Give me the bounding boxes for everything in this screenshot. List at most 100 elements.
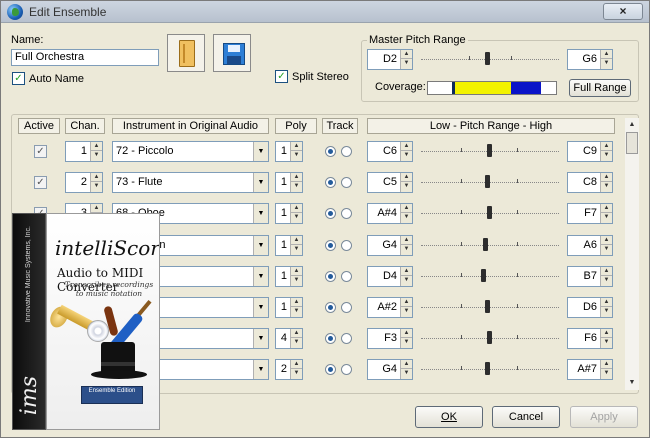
spin-arrows[interactable]: ▲▼ [400, 298, 412, 317]
spin-arrows[interactable]: ▲▼ [600, 173, 612, 192]
master-range-thumb[interactable] [485, 52, 490, 65]
row-poly-spinner[interactable]: 1 ▲ ▼ [275, 266, 303, 287]
row-range-slider[interactable] [421, 203, 559, 225]
spin-arrows[interactable]: ▲▼ [290, 298, 302, 317]
row-range-slider[interactable] [421, 297, 559, 319]
row-track-radio-left[interactable] [325, 333, 336, 344]
row-chan-spinner[interactable]: 1 ▲ ▼ [65, 141, 103, 162]
scroll-down-icon[interactable]: ▼ [625, 376, 639, 390]
master-high-spinner[interactable]: G6 ▲ ▼ [567, 49, 613, 70]
row-active-checkbox[interactable]: ✓ [34, 176, 47, 189]
ok-button[interactable]: OK [415, 406, 483, 428]
spin-arrows[interactable]: ▲▼ [400, 267, 412, 286]
row-chan-spinner[interactable]: 2 ▲ ▼ [65, 172, 103, 193]
chevron-down-icon[interactable]: ▼ [253, 204, 268, 223]
row-track-radio-right[interactable] [341, 333, 352, 344]
row-poly-spinner[interactable]: 1 ▲ ▼ [275, 172, 303, 193]
spin-arrows[interactable]: ▲▼ [290, 236, 302, 255]
scroll-up-icon[interactable]: ▲ [625, 118, 639, 132]
row-track-radio-right[interactable] [341, 364, 352, 375]
row-low-spinner[interactable]: C5 ▲ ▼ [367, 172, 413, 193]
spin-arrows[interactable]: ▲▼ [290, 142, 302, 161]
row-low-spinner[interactable]: F3 ▲ ▼ [367, 328, 413, 349]
spin-arrows[interactable]: ▲▼ [400, 173, 412, 192]
row-low-spinner[interactable]: A#2 ▲ ▼ [367, 297, 413, 318]
master-low-spinner[interactable]: D2 ▲ ▼ [367, 49, 413, 70]
row-high-spinner[interactable]: D6 ▲ ▼ [567, 297, 613, 318]
spin-arrows[interactable]: ▲▼ [400, 360, 412, 379]
row-low-spinner[interactable]: G4 ▲ ▼ [367, 359, 413, 380]
close-button[interactable]: × [603, 3, 643, 20]
spin-arrows[interactable]: ▲▼ [600, 204, 612, 223]
cancel-button[interactable]: Cancel [492, 406, 560, 428]
row-range-slider[interactable] [421, 141, 559, 163]
row-track-radio-right[interactable] [341, 208, 352, 219]
row-track-radio-right[interactable] [341, 302, 352, 313]
save-ensemble-button[interactable] [213, 34, 251, 72]
row-poly-spinner[interactable]: 1 ▲ ▼ [275, 141, 303, 162]
spin-arrows[interactable]: ▲▼ [600, 236, 612, 255]
spin-arrows[interactable]: ▲▼ [400, 50, 412, 69]
row-track-radio-right[interactable] [341, 271, 352, 282]
row-track-radio-right[interactable] [341, 146, 352, 157]
row-instrument-select[interactable]: 73 - Flute ▼ [112, 172, 269, 193]
chevron-down-icon[interactable]: ▼ [253, 142, 268, 161]
row-range-thumb[interactable] [481, 269, 486, 282]
spin-arrows[interactable]: ▲▼ [290, 360, 302, 379]
row-high-spinner[interactable]: C9 ▲ ▼ [567, 141, 613, 162]
row-low-spinner[interactable]: D4 ▲ ▼ [367, 266, 413, 287]
row-high-spinner[interactable]: B7 ▲ ▼ [567, 266, 613, 287]
row-active-checkbox[interactable]: ✓ [34, 145, 47, 158]
spin-arrows[interactable]: ▲▼ [290, 329, 302, 348]
apply-button[interactable]: Apply [570, 406, 638, 428]
row-range-thumb[interactable] [487, 206, 492, 219]
spin-arrows[interactable]: ▲▼ [400, 142, 412, 161]
row-track-radio-right[interactable] [341, 240, 352, 251]
row-range-thumb[interactable] [485, 362, 490, 375]
row-track-radio-left[interactable] [325, 302, 336, 313]
spin-arrows[interactable]: ▲▼ [400, 204, 412, 223]
row-low-spinner[interactable]: C6 ▲ ▼ [367, 141, 413, 162]
spin-arrows[interactable]: ▲▼ [290, 267, 302, 286]
spin-arrows[interactable]: ▲▼ [290, 173, 302, 192]
chevron-down-icon[interactable]: ▼ [253, 173, 268, 192]
row-high-spinner[interactable]: A#7 ▲ ▼ [567, 359, 613, 380]
spin-arrows[interactable]: ▲▼ [90, 142, 102, 161]
spin-arrows[interactable]: ▲▼ [400, 329, 412, 348]
row-track-radio-left[interactable] [325, 208, 336, 219]
open-ensemble-button[interactable] [167, 34, 205, 72]
row-range-slider[interactable] [421, 328, 559, 350]
row-poly-spinner[interactable]: 4 ▲ ▼ [275, 328, 303, 349]
row-poly-spinner[interactable]: 1 ▲ ▼ [275, 235, 303, 256]
scroll-thumb[interactable] [626, 132, 638, 154]
row-track-radio-left[interactable] [325, 240, 336, 251]
spin-arrows[interactable]: ▲▼ [400, 236, 412, 255]
chevron-down-icon[interactable]: ▼ [253, 298, 268, 317]
row-range-thumb[interactable] [487, 331, 492, 344]
spin-arrows[interactable]: ▲▼ [600, 360, 612, 379]
master-range-slider[interactable] [421, 49, 559, 71]
row-high-spinner[interactable]: C8 ▲ ▼ [567, 172, 613, 193]
rows-scrollbar[interactable]: ▲ ▼ [625, 118, 639, 390]
row-high-spinner[interactable]: F7 ▲ ▼ [567, 203, 613, 224]
row-poly-spinner[interactable]: 2 ▲ ▼ [275, 359, 303, 380]
row-poly-spinner[interactable]: 1 ▲ ▼ [275, 203, 303, 224]
spin-arrows[interactable]: ▲▼ [600, 267, 612, 286]
row-low-spinner[interactable]: A#4 ▲ ▼ [367, 203, 413, 224]
spin-arrows[interactable]: ▲▼ [600, 329, 612, 348]
chevron-down-icon[interactable]: ▼ [253, 267, 268, 286]
row-track-radio-right[interactable] [341, 177, 352, 188]
row-low-spinner[interactable]: G4 ▲ ▼ [367, 235, 413, 256]
chevron-down-icon[interactable]: ▼ [253, 329, 268, 348]
spin-arrows[interactable]: ▲▼ [90, 173, 102, 192]
row-range-slider[interactable] [421, 235, 559, 257]
spin-arrows[interactable]: ▲▼ [600, 298, 612, 317]
row-track-radio-left[interactable] [325, 177, 336, 188]
chevron-down-icon[interactable]: ▼ [253, 236, 268, 255]
row-high-spinner[interactable]: F6 ▲ ▼ [567, 328, 613, 349]
row-range-slider[interactable] [421, 359, 559, 381]
row-range-slider[interactable] [421, 172, 559, 194]
row-range-slider[interactable] [421, 266, 559, 288]
row-range-thumb[interactable] [485, 175, 490, 188]
name-input[interactable]: Full Orchestra [11, 49, 159, 66]
